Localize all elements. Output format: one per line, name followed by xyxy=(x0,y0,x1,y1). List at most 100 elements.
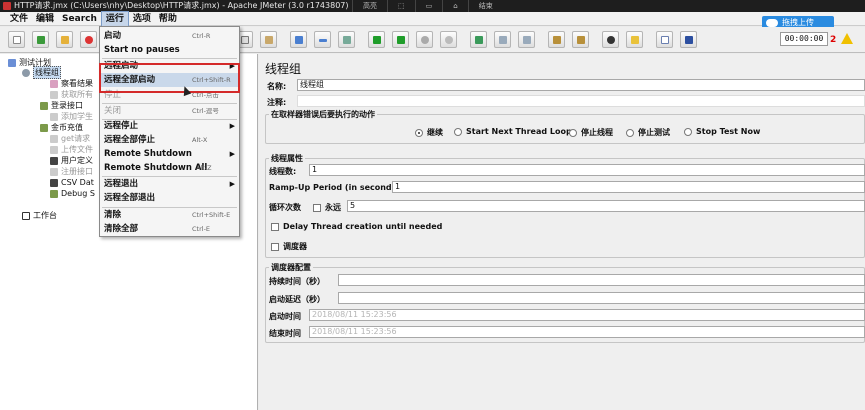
function-helper-button[interactable] xyxy=(656,31,673,48)
menu-options[interactable]: 选项 xyxy=(129,12,155,26)
menu-item-label: Remote Shutdown All xyxy=(104,163,208,173)
remote-stop-button[interactable] xyxy=(494,31,511,48)
reset-search-icon xyxy=(631,36,639,44)
menu-item-shutdown[interactable]: 关闭 Ctrl-逗号 xyxy=(100,104,239,118)
menu-run[interactable]: 运行 xyxy=(100,10,129,27)
test-plan-icon xyxy=(8,58,16,67)
new-file-icon xyxy=(13,36,21,44)
listener-icon xyxy=(50,79,58,88)
panel-title: 线程组 xyxy=(265,62,302,76)
pipette-icon xyxy=(50,189,58,198)
tree-item-disabled[interactable]: 添加学生 xyxy=(50,111,93,122)
close-button[interactable] xyxy=(80,31,97,48)
end-tool[interactable]: 结束 xyxy=(467,0,503,12)
delay-thread-checkbox[interactable]: Delay Thread creation until needed xyxy=(271,222,442,231)
remote-start-icon xyxy=(475,36,483,44)
reset-search-button[interactable] xyxy=(626,31,643,48)
remote-exit-button[interactable] xyxy=(518,31,535,48)
clear-button[interactable] xyxy=(548,31,565,48)
duration-field[interactable] xyxy=(338,274,865,286)
templates-button[interactable] xyxy=(32,31,49,48)
tree-label: get请求 xyxy=(61,134,91,143)
menu-help[interactable]: 帮助 xyxy=(155,12,181,26)
region-tool[interactable]: ⬚ xyxy=(387,0,415,12)
tree-item-workbench[interactable]: 工作台 xyxy=(22,210,57,221)
tree-item-debug[interactable]: Debug S xyxy=(50,188,95,199)
remote-start-button[interactable] xyxy=(470,31,487,48)
start-time-label: 启动时间 xyxy=(269,312,301,321)
tree-item-disabled[interactable]: get请求 xyxy=(50,133,90,144)
scheduler-checkbox[interactable]: 调度器 xyxy=(271,241,307,252)
menu-file[interactable]: 文件 xyxy=(6,12,32,26)
search-button[interactable] xyxy=(602,31,619,48)
menu-item-clear[interactable]: 清除 Ctrl+Shift-E xyxy=(100,208,239,222)
remote-exit-icon xyxy=(523,36,531,44)
menu-item-clear-all[interactable]: 清除全部 Ctrl-E xyxy=(100,222,239,236)
tree-item-login[interactable]: 登录接口 xyxy=(40,100,83,111)
tree-item-results-view[interactable]: 察看结果 xyxy=(50,78,93,89)
threads-field[interactable]: 1 xyxy=(309,164,865,176)
name-field[interactable]: 线程组 xyxy=(297,79,865,91)
tree-item-disabled[interactable]: 注册接口 xyxy=(50,166,93,177)
menu-item-label: 远程全部停止 xyxy=(104,135,156,145)
radio-stop-test[interactable]: 停止测试 xyxy=(626,127,670,138)
tree-item-thread-group[interactable]: 线程组 xyxy=(22,66,61,79)
radio-continue[interactable]: 继续 xyxy=(415,127,443,138)
start-time-field[interactable]: 2018/08/11 15:23:56 xyxy=(309,309,865,321)
tree-label: 察看结果 xyxy=(61,79,93,88)
menu-item-label: 远程退出 xyxy=(104,179,139,189)
tree-item-user-vars[interactable]: 用户定义 xyxy=(50,155,93,166)
tree-item-disabled[interactable]: 上传文件 xyxy=(50,144,93,155)
shutdown-button[interactable] xyxy=(440,31,457,48)
radio-stop-thread[interactable]: 停止线程 xyxy=(569,127,613,138)
help-icon xyxy=(685,36,693,44)
open-button[interactable] xyxy=(56,31,73,48)
menu-item-remote-exit-all[interactable]: 远程全部退出 xyxy=(100,191,239,205)
menu-item-start[interactable]: 启动 Ctrl-R xyxy=(100,29,239,43)
warning-icon[interactable] xyxy=(841,33,853,44)
submenu-arrow-icon: ▶ xyxy=(229,150,235,158)
forever-checkbox[interactable]: 永远 xyxy=(313,202,341,213)
menu-item-remote-shutdown-all[interactable]: Remote Shutdown All Alt-Z xyxy=(100,161,239,175)
loop-count-field[interactable]: 5 xyxy=(347,200,865,212)
annotation-highlight-box xyxy=(99,63,240,93)
menu-item-accel: Ctrl+Shift-E xyxy=(192,211,231,219)
menu-item-remote-stop[interactable]: 远程停止 ▶ xyxy=(100,119,239,133)
shutdown-icon xyxy=(445,36,453,44)
toggle-button[interactable] xyxy=(338,31,355,48)
tree-item-csv[interactable]: CSV Dat xyxy=(50,177,94,188)
help-button[interactable] xyxy=(680,31,697,48)
threads-label: 线程数: xyxy=(269,167,297,176)
config-x-icon xyxy=(50,178,58,187)
menu-item-remote-stop-all[interactable]: 远程全部停止 Alt-X xyxy=(100,133,239,147)
pipette-icon xyxy=(40,101,48,110)
clear-all-button[interactable] xyxy=(572,31,589,48)
radio-start-next-loop[interactable]: Start Next Thread Loop xyxy=(454,127,572,136)
menu-item-remote-shutdown[interactable]: Remote Shutdown ▶ xyxy=(100,147,239,161)
tree-item-recharge[interactable]: 金币充值 xyxy=(40,122,83,133)
menu-item-start-no-pauses[interactable]: Start no pauses xyxy=(100,43,239,57)
window-tool[interactable]: ▭ xyxy=(414,0,443,12)
start-button[interactable] xyxy=(368,31,385,48)
start-no-pause-button[interactable] xyxy=(392,31,409,48)
menu-search[interactable]: Search xyxy=(58,12,101,26)
startup-delay-field[interactable] xyxy=(338,292,865,304)
new-button[interactable] xyxy=(8,31,25,48)
menu-item-remote-exit[interactable]: 远程退出 ▶ xyxy=(100,177,239,191)
collapse-button[interactable] xyxy=(314,31,331,48)
comment-field[interactable] xyxy=(297,95,865,107)
home-tool[interactable]: ⌂ xyxy=(442,0,467,12)
radio-stop-test-now[interactable]: Stop Test Now xyxy=(684,127,760,136)
paste-button[interactable] xyxy=(260,31,277,48)
tree-item-disabled[interactable]: 获取所有 xyxy=(50,89,93,100)
play-icon xyxy=(373,36,381,44)
expand-button[interactable] xyxy=(290,31,307,48)
menu-edit[interactable]: 编辑 xyxy=(32,12,58,26)
end-time-field[interactable]: 2018/08/11 15:23:56 xyxy=(309,326,865,338)
menu-item-accel: Ctrl-R xyxy=(192,32,211,40)
paste-icon xyxy=(265,36,273,44)
sampler-icon xyxy=(50,134,58,143)
stop-button[interactable] xyxy=(416,31,433,48)
rampup-field[interactable]: 1 xyxy=(392,181,865,193)
highlight-tool[interactable]: 高亮 xyxy=(352,0,387,12)
